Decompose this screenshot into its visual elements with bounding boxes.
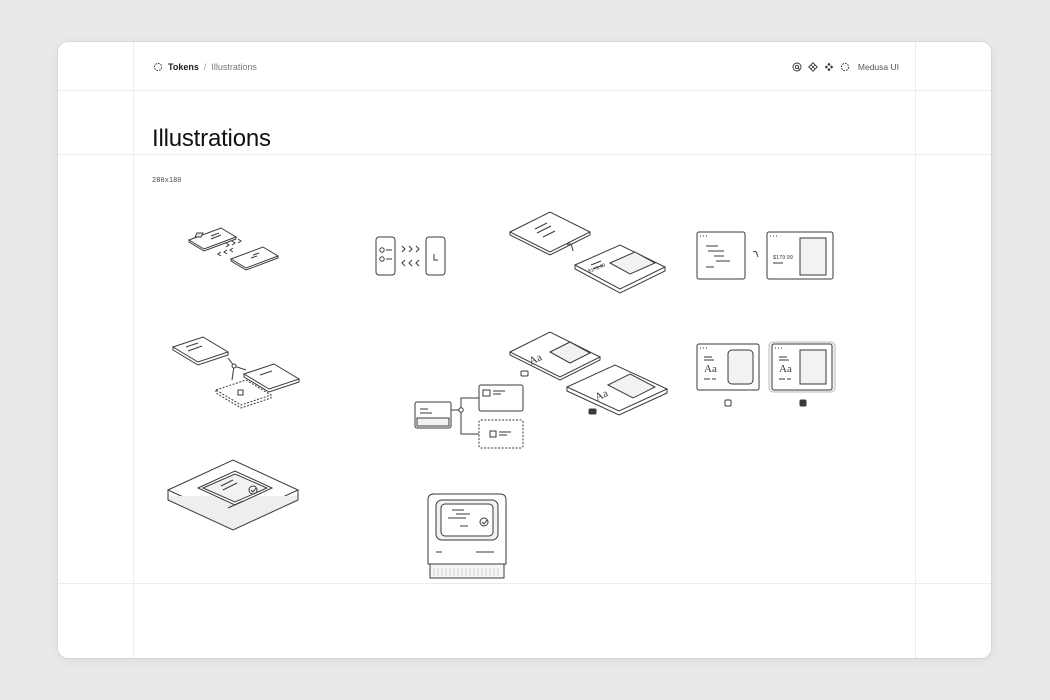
grid-line [58, 90, 991, 91]
size-label: 280x180 [152, 176, 182, 184]
grid-line [58, 154, 991, 155]
illustration-flat-phones-exchange [368, 232, 458, 287]
breadcrumb-current: Illustrations [211, 62, 257, 72]
diamonds-icon[interactable] [824, 62, 835, 73]
breadcrumb-separator: / [203, 62, 207, 72]
illustration-flat-browser-checkout: $179.99 [694, 227, 839, 290]
header-tools: Medusa UI [792, 62, 899, 73]
breadcrumb: Tokens / Illustrations [152, 62, 257, 73]
at-icon[interactable] [792, 62, 803, 73]
illustration-isometric-phones-exchange [163, 220, 293, 295]
grid-line [915, 42, 916, 658]
medusa-logo-icon[interactable] [840, 62, 851, 73]
typeface-label: Aa [779, 363, 792, 375]
page-title: Illustrations [152, 125, 271, 153]
grid-line [58, 583, 991, 584]
illustration-isometric-cards-connection [168, 332, 308, 427]
illustration-isometric-typography-selection: Aa Aa [505, 327, 675, 427]
app-window: Tokens / Illustrations Medusa UI Illustr… [58, 42, 991, 658]
top-bar: Tokens / Illustrations Medusa UI [152, 60, 899, 74]
breadcrumb-root-link[interactable]: Tokens [168, 62, 199, 72]
illustration-flat-typography-selection: Aa Aa [694, 340, 839, 415]
grid-line [133, 42, 134, 658]
illustration-isometric-device-card [163, 452, 303, 537]
brand-label[interactable]: Medusa UI [858, 62, 899, 72]
typeface-label: Aa [704, 363, 717, 375]
illustration-isometric-tablets-checkout: $179.99 [505, 207, 675, 307]
medusa-logo-icon [152, 62, 163, 73]
browser-price-label: $179.99 [773, 255, 793, 261]
diamond-grid-icon[interactable] [808, 62, 819, 73]
illustration-retro-computer-card [426, 492, 508, 587]
